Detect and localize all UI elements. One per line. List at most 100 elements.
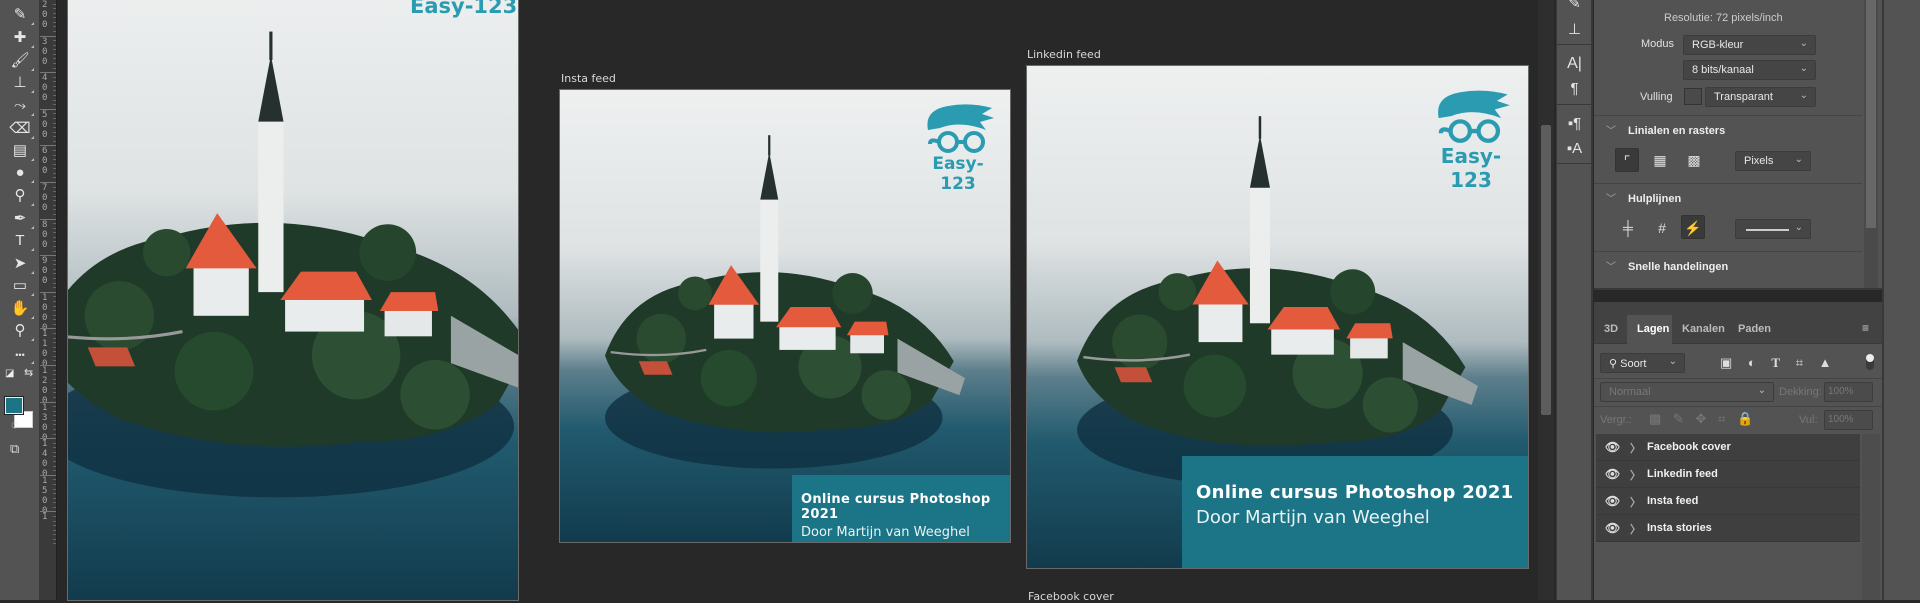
ruler-minor-tick (53, 337, 56, 339)
tab-lagen[interactable]: Lagen (1627, 315, 1672, 344)
mode-dropdown[interactable]: RGB-kleur ⌄ (1683, 35, 1816, 55)
vertical-ruler[interactable]: 200 300 400 500 600 700 800 900 1000 1100 1200 1300… (40, 0, 57, 600)
eye-visibility-icon[interactable]: 👁 (1605, 440, 1620, 454)
more-tools[interactable]: ••• (6, 343, 34, 365)
layer-row[interactable]: 👁 〉 Linkedin feed (1596, 461, 1860, 488)
ruler-minor-tick (53, 506, 56, 508)
ruler-minor-tick (53, 396, 56, 398)
chevron-right-icon[interactable]: 〉 (1630, 521, 1641, 537)
clone-stamp-tool[interactable]: ⊥ (6, 72, 34, 94)
type-tool[interactable]: T (6, 230, 34, 252)
rulers-toggle-icon[interactable]: ⌜ (1615, 148, 1639, 172)
zoom-tool[interactable]: ⚲ (6, 320, 34, 342)
ruler-minor-tick (53, 273, 56, 275)
brush-settings-icon[interactable]: ✎ (1557, 0, 1592, 12)
transparency-grid-icon[interactable]: ▩ (1682, 148, 1706, 172)
course-textbox[interactable]: Online cursus Photoshop 2021 Door Martij… (1182, 456, 1528, 568)
pixel-layer-filter-icon[interactable]: ▣ (1720, 355, 1732, 370)
tab-kanalen[interactable]: Kanalen (1672, 315, 1728, 344)
course-textbox[interactable]: Online cursus Photoshop 2021 Door Martij… (792, 475, 1010, 542)
artboard-linkedin-feed[interactable]: Easy-123 Online cursus Photoshop 2021 Do… (1026, 65, 1529, 569)
layer-filter-dropdown[interactable]: ⚲ Soort ⌄ (1600, 353, 1685, 373)
screen-mode-icon[interactable]: ⧉ (10, 441, 19, 457)
scrollbar-thumb[interactable] (1541, 125, 1551, 415)
eye-visibility-icon[interactable]: 👁 (1605, 521, 1620, 535)
shape-layer-filter-icon[interactable]: ⌗ (1796, 355, 1803, 370)
smart-guides-icon[interactable]: ⚡ (1681, 215, 1705, 239)
chevron-down-icon: ﹀ (1606, 262, 1616, 273)
ruler-label: 1300 (42, 402, 48, 443)
layer-row[interactable]: 👁 〉 Insta stories (1596, 515, 1860, 542)
healing-brush-tool[interactable]: ✚ (6, 27, 34, 49)
chevron-down-icon: ⌄ (1799, 90, 1808, 101)
ruler-minor-tick (53, 81, 56, 83)
panel-tabs: 3D Lagen Kanalen Paden ≡ (1594, 302, 1882, 344)
paragraph-styles-icon[interactable]: ▪¶ (1557, 115, 1592, 132)
history-brush-tool[interactable]: ⤳ (6, 95, 34, 117)
bit-depth-dropdown[interactable]: 8 bits/kanaal ⌄ (1683, 60, 1816, 80)
artboard-label-linkedin-feed[interactable]: Linkedin feed (1027, 48, 1101, 61)
grid-toggle-icon[interactable]: ▦ (1648, 148, 1672, 172)
layer-row[interactable]: 👁 〉 Insta feed (1596, 488, 1860, 515)
opacity-field[interactable]: 100% (1824, 382, 1873, 402)
quick-mask-icon[interactable]: ◌ (11, 417, 19, 432)
panel-menu-icon[interactable]: ≡ (1862, 321, 1869, 335)
eye-visibility-icon[interactable]: 👁 (1605, 494, 1620, 508)
lock-all-icon[interactable]: 🔒 (1737, 411, 1753, 426)
blend-mode-dropdown[interactable]: Normaal ⌄ (1600, 382, 1774, 402)
guide-style-dropdown[interactable]: ⌄ (1735, 219, 1811, 239)
filter-toggle[interactable] (1866, 354, 1874, 370)
rectangle-tool[interactable]: ▭ (6, 275, 34, 297)
fill-field[interactable]: 100% (1824, 410, 1873, 430)
default-colors-icon[interactable]: ◪ (5, 368, 14, 379)
gradient-tool[interactable]: ▤ (6, 140, 34, 162)
blur-tool[interactable]: ● (6, 162, 34, 184)
artboard-label-insta-feed[interactable]: Insta feed (561, 72, 616, 85)
eyedropper-icon: ✎ (13, 6, 27, 23)
canvas-vertical-scrollbar[interactable] (1538, 0, 1554, 600)
ruler-label: 400 (42, 73, 48, 104)
properties-scrollbar[interactable] (1864, 0, 1878, 288)
character-panel-icon[interactable]: A| (1557, 55, 1592, 73)
brush-tool[interactable]: 🖌 (6, 50, 34, 72)
smart-object-filter-icon[interactable]: ▲ (1819, 355, 1832, 370)
eyedropper-tool[interactable]: ✎ (6, 4, 34, 26)
fill-color-swatch[interactable] (1684, 88, 1702, 105)
divider (1557, 163, 1592, 164)
ruler-minor-tick (53, 465, 56, 467)
path-selection-tool[interactable]: ➤ (6, 253, 34, 275)
eraser-tool[interactable]: ⌫ (6, 118, 34, 140)
artboard-label-facebook-cover[interactable]: Facebook cover (1028, 590, 1114, 603)
clone-source-icon[interactable]: ⊥ (1557, 20, 1592, 38)
quick-actions-section-header[interactable]: ﹀ Snelle handelingen (1594, 251, 1862, 286)
eye-visibility-icon[interactable]: 👁 (1605, 467, 1620, 481)
scrollbar-thumb[interactable] (1866, 0, 1876, 228)
layer-row[interactable]: 👁 〉 Facebook cover (1596, 434, 1860, 461)
lock-guides-icon[interactable]: # (1650, 216, 1674, 240)
artboard-insta-feed[interactable]: Easy-123 Online cursus Photoshop 2021 Do… (559, 89, 1011, 543)
type-layer-filter-icon[interactable]: T (1771, 355, 1780, 370)
hand-tool[interactable]: ✋ (6, 298, 34, 320)
artboard-insta-stories[interactable]: Easy-123 (67, 0, 519, 601)
swap-colors-icon[interactable]: ⇆ (24, 366, 33, 379)
tab-paden[interactable]: Paden (1728, 315, 1776, 344)
chevron-right-icon[interactable]: 〉 (1630, 494, 1641, 510)
units-dropdown[interactable]: Pixels ⌄ (1735, 151, 1811, 171)
ruler-minor-tick (53, 140, 56, 142)
layer-list-scrollbar[interactable] (1862, 434, 1880, 600)
lock-transparency-icon[interactable]: ▩ (1649, 411, 1661, 426)
chevron-right-icon[interactable]: 〉 (1630, 440, 1641, 456)
tab-3d[interactable]: 3D (1594, 315, 1627, 344)
character-styles-icon[interactable]: ▪A (1557, 140, 1592, 157)
fill-dropdown[interactable]: Transparant ⌄ (1705, 87, 1816, 107)
pen-tool[interactable]: ✒ (6, 208, 34, 230)
foreground-color-swatch[interactable] (4, 396, 24, 415)
guides-toggle-icon[interactable]: ╪ (1616, 216, 1640, 240)
dodge-tool[interactable]: ⚲ (6, 185, 34, 207)
lock-artboard-icon[interactable]: ⌗ (1718, 411, 1725, 426)
lock-position-icon[interactable]: ✥ (1695, 411, 1706, 426)
paragraph-panel-icon[interactable]: ¶ (1557, 80, 1592, 97)
lock-pixels-icon[interactable]: ✎ (1673, 411, 1684, 426)
adjustment-layer-filter-icon[interactable]: ◐ (1748, 355, 1756, 370)
chevron-right-icon[interactable]: 〉 (1630, 467, 1641, 483)
